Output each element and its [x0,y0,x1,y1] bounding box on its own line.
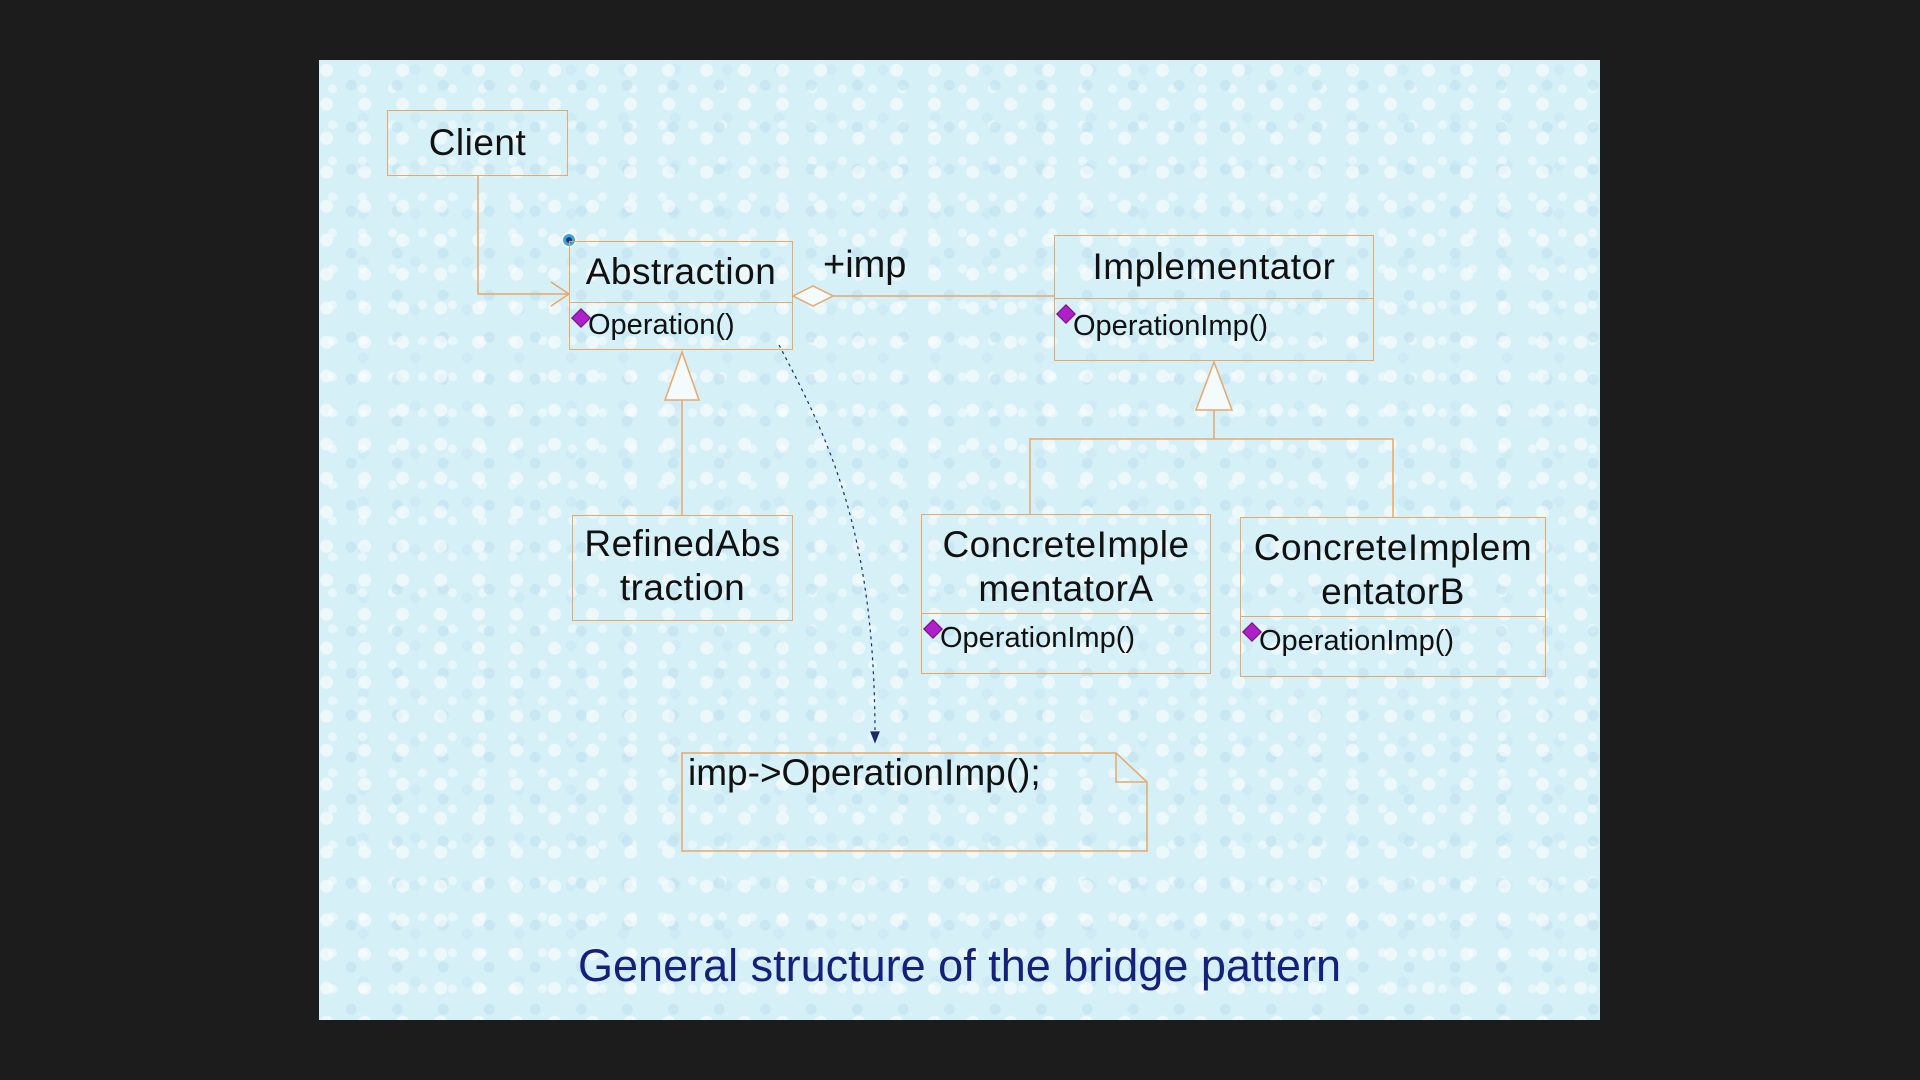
association-role-label: +imp [823,244,907,286]
class-implementator: Implementator OperationImp() [1054,235,1374,361]
class-abstraction: Abstraction Operation() [569,241,793,350]
note-text: imp->OperationImp(); [688,752,1041,793]
operation-row: OperationImp() [1055,298,1373,353]
class-name: Abstraction [585,251,777,292]
operation-row: OperationImp() [1241,616,1545,665]
class-name-line2: entatorB [1321,571,1465,612]
aggregation-diamond-icon [791,285,835,307]
inheritance-triangle-icon [1194,359,1234,411]
operation-label: OperationImp() [940,622,1136,654]
operation-row: OperationImp() [922,613,1210,662]
slide: Client Abstraction Operation() +imp Impl… [319,60,1600,1020]
slide-caption: General structure of the bridge pattern [578,940,1341,991]
arrowhead-icon [870,731,880,744]
class-client: Client [387,110,568,176]
imp-aggregation [791,285,1054,307]
class-name-line2: traction [619,567,746,608]
class-name: Implementator [1092,246,1336,287]
slide-viewer: Client Abstraction Operation() +imp Impl… [0,0,1920,1080]
class-concrete-implementator-a: ConcreteImple mentatorA OperationImp() [921,514,1211,674]
client-abstraction-association [477,176,571,307]
implementor-generalization [1029,359,1394,517]
class-name-line1: ConcreteImple [942,524,1190,565]
class-name-line1: RefinedAbs [584,523,781,564]
operation-label: OperationImp() [1259,625,1455,657]
note-dependency [778,344,880,744]
operation-label: OperationImp() [1073,310,1269,342]
class-name: Client [428,122,527,163]
refined-generalization [663,349,701,515]
inheritance-triangle-icon [663,349,701,401]
class-name-line1: ConcreteImplem [1253,527,1533,568]
class-name-line2: mentatorA [978,568,1154,609]
class-refined-abstraction: RefinedAbs traction [572,515,793,621]
operation-row: Operation() [570,302,792,347]
operation-label: Operation() [588,309,735,341]
class-concrete-implementator-b: ConcreteImplem entatorB OperationImp() [1240,517,1546,677]
